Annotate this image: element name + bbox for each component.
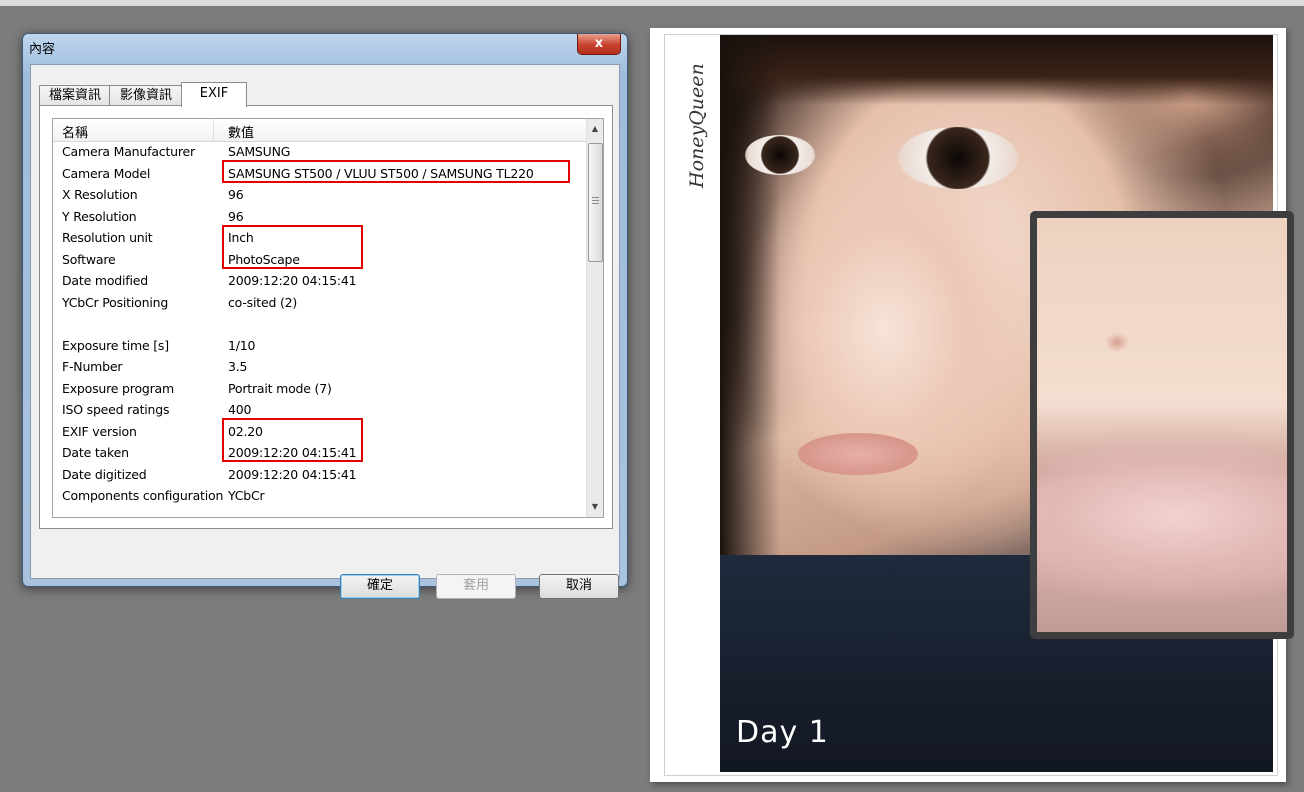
item-name: Date taken [62, 445, 129, 460]
grip-line [592, 197, 599, 198]
exif-panel: 名稱 數值 Camera Manufacturer SAMSUNG Camera … [39, 105, 613, 529]
list-item[interactable]: F-Number 3.5 [53, 356, 587, 378]
lips [798, 433, 918, 475]
list-item[interactable]: Components configuration YCbCr [53, 485, 587, 507]
item-value: 1/10 [228, 337, 256, 353]
grip-line [592, 200, 599, 201]
dialog-title: 內容 [29, 42, 56, 57]
exif-list[interactable]: 名稱 數值 Camera Manufacturer SAMSUNG Camera … [52, 118, 604, 518]
item-name: Exposure time [s] [62, 337, 169, 353]
list-item[interactable]: Exposure program Portrait mode (7) [53, 378, 587, 400]
eye [898, 127, 1018, 189]
scroll-up-icon[interactable]: ▲ [587, 121, 603, 137]
list-item[interactable]: Date modified 2009:12:20 04:15:41 [53, 270, 587, 292]
lip-closeup-photo [1037, 218, 1287, 632]
item-name: X Resolution [62, 187, 138, 202]
hair [720, 35, 1273, 105]
highlight-date-taken [222, 418, 363, 462]
item-name: Components configuration [62, 488, 224, 503]
item-name: Date digitized [62, 466, 147, 482]
scroll-thumb[interactable] [588, 143, 603, 262]
column-divider[interactable] [213, 119, 214, 141]
item-value: 400 [228, 402, 252, 417]
list-item[interactable]: Date digitized 2009:12:20 04:15:41 [53, 464, 587, 486]
ok-button[interactable]: 確定 [340, 574, 420, 599]
item-value: 96 [228, 208, 244, 224]
zoom-inset [1030, 211, 1294, 639]
photo-caption: Day 1 [736, 715, 829, 750]
item-value: 2009:12:20 04:15:41 [228, 466, 357, 482]
list-header: 名稱 數值 [53, 119, 587, 142]
highlight-software-date [222, 225, 363, 269]
item-value: 96 [228, 187, 244, 202]
close-button[interactable]: x [577, 34, 621, 55]
item-value: Portrait mode (7) [228, 380, 332, 396]
item-value: co-sited (2) [228, 294, 298, 310]
list-item[interactable]: Y Resolution 96 [53, 206, 587, 228]
list-item[interactable]: Exposure time [s] 1/10 [53, 335, 587, 357]
item-value: YCbCr [228, 488, 265, 503]
apply-button[interactable]: 套用 [436, 574, 516, 599]
tab-image-info[interactable]: 影像資訊 [109, 85, 183, 106]
list-item[interactable]: YCbCr Positioning co-sited (2) [53, 292, 587, 314]
eye [745, 135, 815, 175]
grip-line [592, 203, 599, 204]
item-name: Resolution unit [62, 230, 153, 245]
item-name: EXIF version [62, 423, 137, 439]
item-name: ISO speed ratings [62, 402, 170, 417]
column-header-name[interactable]: 名稱 [62, 122, 88, 141]
tab-exif[interactable]: EXIF [181, 82, 247, 107]
item-name: F-Number [62, 359, 123, 374]
scroll-down-icon[interactable]: ▼ [587, 499, 603, 515]
list-item-spacer [53, 313, 587, 335]
item-name: Software [62, 251, 116, 267]
item-value: 2009:12:20 04:15:41 [228, 273, 357, 288]
item-name: Camera Manufacturer [62, 144, 195, 159]
item-name: Camera Model [62, 165, 151, 181]
item-value: 3.5 [228, 359, 248, 374]
dialog-body: 檔案資訊 影像資訊 EXIF 名稱 數值 Camera Manufacturer… [30, 64, 620, 599]
item-name: Date modified [62, 273, 148, 288]
signature-text: HoneyQueen [686, 63, 708, 188]
item-value: SAMSUNG [228, 144, 291, 159]
vertical-scrollbar[interactable]: ▲ ▼ [586, 119, 603, 517]
top-strip [0, 0, 1304, 6]
properties-dialog: 內容 x 檔案資訊 影像資訊 EXIF 名稱 數值 Camera Manufac… [22, 33, 628, 599]
item-name: Y Resolution [62, 208, 137, 224]
column-header-value[interactable]: 數值 [228, 122, 254, 141]
highlight-camera-model [222, 160, 570, 183]
item-name: YCbCr Positioning [62, 294, 169, 310]
tab-file-info[interactable]: 檔案資訊 [39, 85, 111, 106]
item-name: Exposure program [62, 380, 174, 396]
list-item[interactable]: X Resolution 96 [53, 184, 587, 206]
cancel-button[interactable]: 取消 [539, 574, 619, 599]
